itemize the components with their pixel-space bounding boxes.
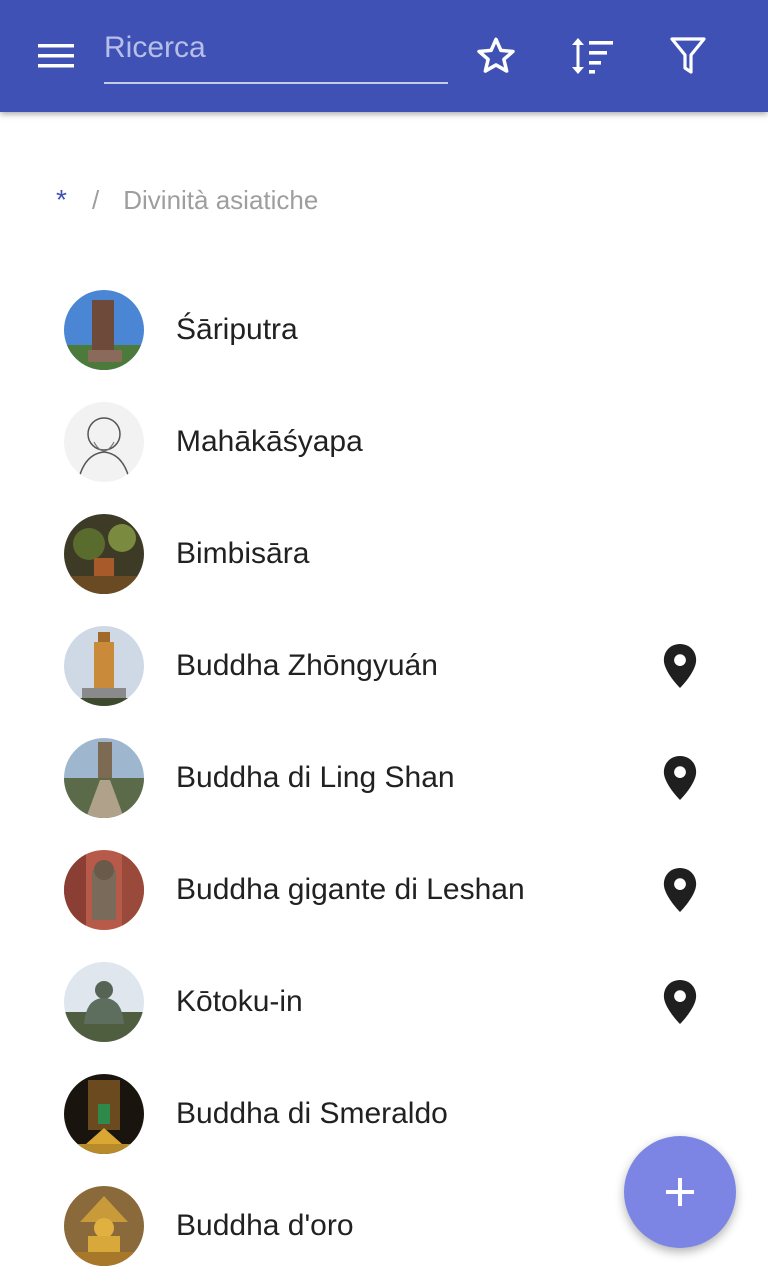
app-bar xyxy=(0,0,768,112)
avatar xyxy=(64,402,144,482)
item-label: Śāriputra xyxy=(176,313,298,346)
avatar xyxy=(64,626,144,706)
avatar xyxy=(64,1186,144,1266)
avatar xyxy=(64,1074,144,1154)
item-label: Buddha gigante di Leshan xyxy=(176,873,525,906)
list-item[interactable]: Bimbisāra xyxy=(0,498,768,610)
list-item[interactable]: Śāriputra xyxy=(0,274,768,386)
list-item[interactable]: Buddha gigante di Leshan xyxy=(0,834,768,946)
avatar xyxy=(64,514,144,594)
item-label: Buddha di Ling Shan xyxy=(176,761,455,794)
deity-list: Śāriputra Mahākāśyapa Bimbisāra Buddha Z… xyxy=(0,274,768,1282)
list-item[interactable]: Buddha di Ling Shan xyxy=(0,722,768,834)
item-label: Kōtoku-in xyxy=(176,985,303,1018)
sort-icon xyxy=(572,38,613,74)
filter-button[interactable] xyxy=(660,28,716,84)
item-label: Bimbisāra xyxy=(176,537,310,570)
item-label: Mahākāśyapa xyxy=(176,425,363,458)
location-pin-icon[interactable] xyxy=(662,868,698,912)
location-pin-icon[interactable] xyxy=(662,980,698,1024)
avatar xyxy=(64,290,144,370)
list-item[interactable]: Mahākāśyapa xyxy=(0,386,768,498)
breadcrumb-root-link[interactable]: * xyxy=(56,184,70,216)
search-field xyxy=(104,24,448,84)
breadcrumb: * / Divinità asiatiche xyxy=(56,180,318,220)
item-label: Buddha di Smeraldo xyxy=(176,1097,448,1130)
filter-icon xyxy=(670,37,706,74)
item-label: Buddha Zhōngyuán xyxy=(176,649,438,682)
location-pin-icon[interactable] xyxy=(662,756,698,800)
menu-button[interactable] xyxy=(28,28,84,84)
favorites-button[interactable] xyxy=(468,28,524,84)
item-label: Buddha d'oro xyxy=(176,1209,354,1242)
search-input[interactable] xyxy=(104,24,448,72)
add-fab-button[interactable] xyxy=(624,1136,736,1248)
star-outline-icon xyxy=(477,37,515,73)
avatar xyxy=(64,738,144,818)
avatar xyxy=(64,850,144,930)
avatar xyxy=(64,962,144,1042)
breadcrumb-separator: / xyxy=(92,184,100,215)
hamburger-menu-icon xyxy=(38,44,74,68)
list-item[interactable]: Kōtoku-in xyxy=(0,946,768,1058)
sort-button[interactable] xyxy=(564,28,620,84)
breadcrumb-current: Divinità asiatiche xyxy=(123,184,319,215)
list-item[interactable]: Buddha Zhōngyuán xyxy=(0,610,768,722)
plus-icon xyxy=(666,1178,694,1206)
location-pin-icon[interactable] xyxy=(662,644,698,688)
